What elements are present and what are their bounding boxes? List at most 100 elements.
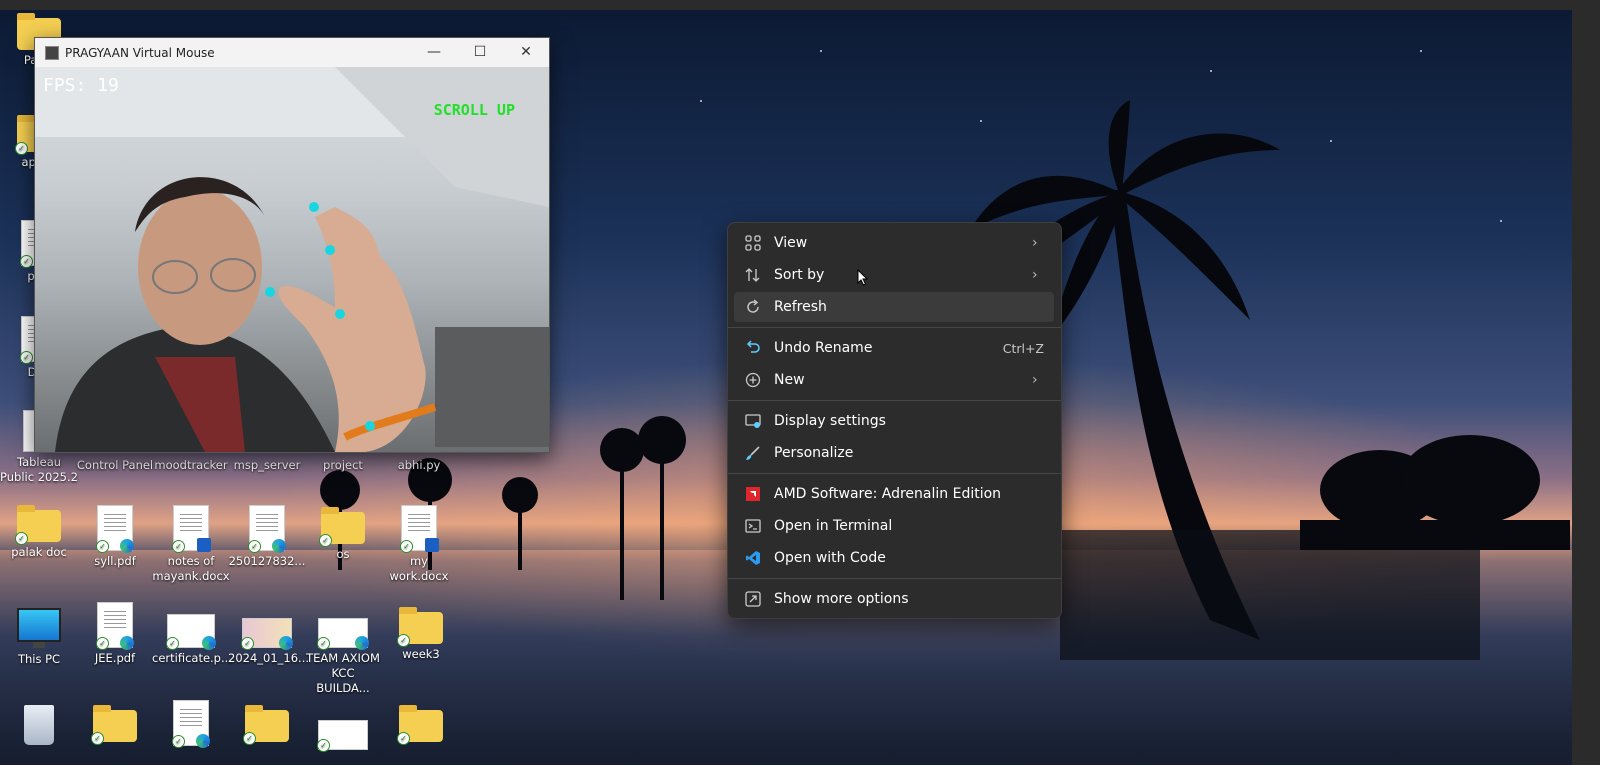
edge-icon (120, 636, 134, 650)
desktop-icon-moodtracker[interactable]: moodtracker (152, 458, 230, 473)
hand-landmark (265, 287, 275, 297)
menu-item-new[interactable]: New › (734, 365, 1054, 395)
desktop-icon-folder[interactable]: ✓ (382, 705, 460, 745)
desktop-icon-syll-pdf[interactable]: ✓ syll.pdf (76, 505, 154, 569)
sync-check-icon: ✓ (243, 732, 256, 745)
sync-check-icon: ✓ (20, 255, 33, 268)
edge-icon (272, 539, 286, 553)
desktop-icon-recycle-bin[interactable] (0, 705, 78, 748)
menu-item-refresh[interactable]: Refresh (734, 292, 1054, 322)
menu-item-amd-software[interactable]: AMD Software: Adrenalin Edition (734, 479, 1054, 509)
sync-check-icon: ✓ (96, 637, 109, 650)
pdf-file-icon: ✓ (317, 720, 368, 752)
sync-check-icon: ✓ (319, 534, 332, 547)
star (1500, 220, 1502, 222)
menu-item-show-more-options[interactable]: Show more options (734, 584, 1054, 614)
edge-icon (279, 636, 293, 650)
sort-icon (744, 266, 762, 284)
undo-icon (744, 339, 762, 357)
mouse-cursor-icon (857, 269, 869, 286)
desktop-icon-os[interactable]: ✓ os (304, 507, 382, 562)
star (1210, 70, 1212, 72)
desktop-icon-palak-doc[interactable]: ✓ palak doc (0, 505, 78, 560)
desktop-icon-abhi-py[interactable]: abhi.py (380, 458, 458, 473)
docx-file-icon: ✓ (400, 505, 439, 553)
menu-item-open-in-terminal[interactable]: Open in Terminal (734, 511, 1054, 541)
window-titlebar[interactable]: PRAGYAAN Virtual Mouse — ☐ ✕ (35, 38, 549, 67)
vscode-icon (744, 549, 762, 567)
desktop-icon-250127832[interactable]: ✓ 250127832... (228, 505, 306, 569)
edge-icon (202, 636, 216, 650)
hand-landmark (309, 202, 319, 212)
pdf-file-icon: ✓ (248, 505, 286, 553)
brush-icon (744, 444, 762, 462)
menu-item-open-with-code[interactable]: Open with Code (734, 543, 1054, 573)
hand-landmark (365, 421, 375, 431)
desktop-icon-file[interactable]: ✓ (304, 720, 382, 753)
sync-check-icon: ✓ (400, 540, 413, 553)
plus-circle-icon (744, 371, 762, 389)
more-options-icon (744, 590, 762, 608)
menu-separator (728, 578, 1061, 579)
trees-right (1300, 435, 1570, 550)
sync-check-icon: ✓ (397, 634, 410, 647)
edge-icon (196, 734, 210, 748)
window-title: PRAGYAAN Virtual Mouse (65, 45, 215, 60)
pdf-file-icon: ✓ (172, 700, 210, 748)
star (1420, 50, 1422, 52)
folder-icon: ✓ (91, 705, 137, 745)
gesture-status: SCROLL UP (433, 101, 515, 119)
virtual-mouse-window[interactable]: PRAGYAAN Virtual Mouse — ☐ ✕ FPS: 19 SCR… (34, 37, 550, 453)
pdf-file-icon: ✓ (317, 618, 369, 650)
desktop-icon-notes-of-mayank[interactable]: ✓ notes of mayank.docx (152, 505, 230, 584)
app-icon (45, 45, 59, 60)
menu-item-display-settings[interactable]: Display settings (734, 406, 1054, 436)
desktop-icon-certificate[interactable]: ✓ certificate.p... (152, 614, 232, 666)
sync-check-icon: ✓ (15, 142, 28, 155)
sync-check-icon: ✓ (241, 637, 254, 650)
desktop-icon-2024-01-16[interactable]: ✓ 2024_01_16... (228, 618, 309, 666)
word-icon (425, 538, 439, 552)
chevron-right-icon: › (1032, 267, 1038, 283)
folder-icon: ✓ (397, 705, 443, 745)
menu-item-view[interactable]: View › (734, 228, 1054, 258)
sync-check-icon: ✓ (91, 732, 104, 745)
folder-icon: ✓ (397, 607, 443, 647)
camera-feed: FPS: 19 SCROLL UP (35, 67, 549, 452)
display-icon (744, 412, 762, 430)
menu-item-sort-by[interactable]: Sort by › (734, 260, 1054, 290)
terminal-icon (744, 517, 762, 535)
close-button[interactable]: ✕ (503, 38, 549, 67)
maximize-button[interactable]: ☐ (457, 38, 503, 67)
desktop-icon-week3[interactable]: ✓ week3 (382, 607, 460, 662)
desktop-icon-jee-pdf[interactable]: ✓ JEE.pdf (76, 602, 154, 666)
star (700, 100, 702, 102)
minimize-button[interactable]: — (411, 38, 457, 67)
menu-separator (728, 400, 1061, 401)
sync-check-icon: ✓ (96, 540, 109, 553)
menu-item-undo-rename[interactable]: Undo Rename Ctrl+Z (734, 333, 1054, 363)
desktop-icon-msp-server[interactable]: msp_server (228, 458, 306, 473)
sync-check-icon: ✓ (397, 732, 410, 745)
menu-item-personalize[interactable]: Personalize (734, 438, 1054, 468)
desktop-icon-control-panel[interactable]: Control Panel (76, 458, 154, 473)
fps-counter: FPS: 19 (43, 75, 119, 96)
desktop-icon-folder[interactable]: ✓ (228, 705, 306, 745)
desktop-icon-folder[interactable]: ✓ (76, 705, 154, 745)
pdf-file-icon: ✓ (166, 614, 216, 650)
desktop-icon-project[interactable]: project (304, 458, 382, 473)
monitor-icon (17, 608, 61, 648)
pdf-file-icon: ✓ (96, 505, 134, 553)
sync-check-icon: ✓ (166, 637, 179, 650)
desktop-icon-this-pc[interactable]: This PC (0, 608, 78, 667)
word-icon (197, 538, 211, 552)
desktop-icon-my-work[interactable]: ✓ my work.docx (380, 505, 458, 584)
menu-separator (728, 327, 1061, 328)
desktop-icon-file[interactable]: ✓ (152, 700, 230, 749)
folder-icon: ✓ (319, 507, 365, 547)
sync-check-icon: ✓ (317, 739, 330, 752)
sync-check-icon: ✓ (317, 637, 330, 650)
shortcut-label: Ctrl+Z (1002, 340, 1044, 356)
pdf-file-icon: ✓ (96, 602, 134, 650)
desktop-icon-team-axiom[interactable]: ✓ TEAM AXIOM KCC BUILDA... (304, 618, 382, 696)
